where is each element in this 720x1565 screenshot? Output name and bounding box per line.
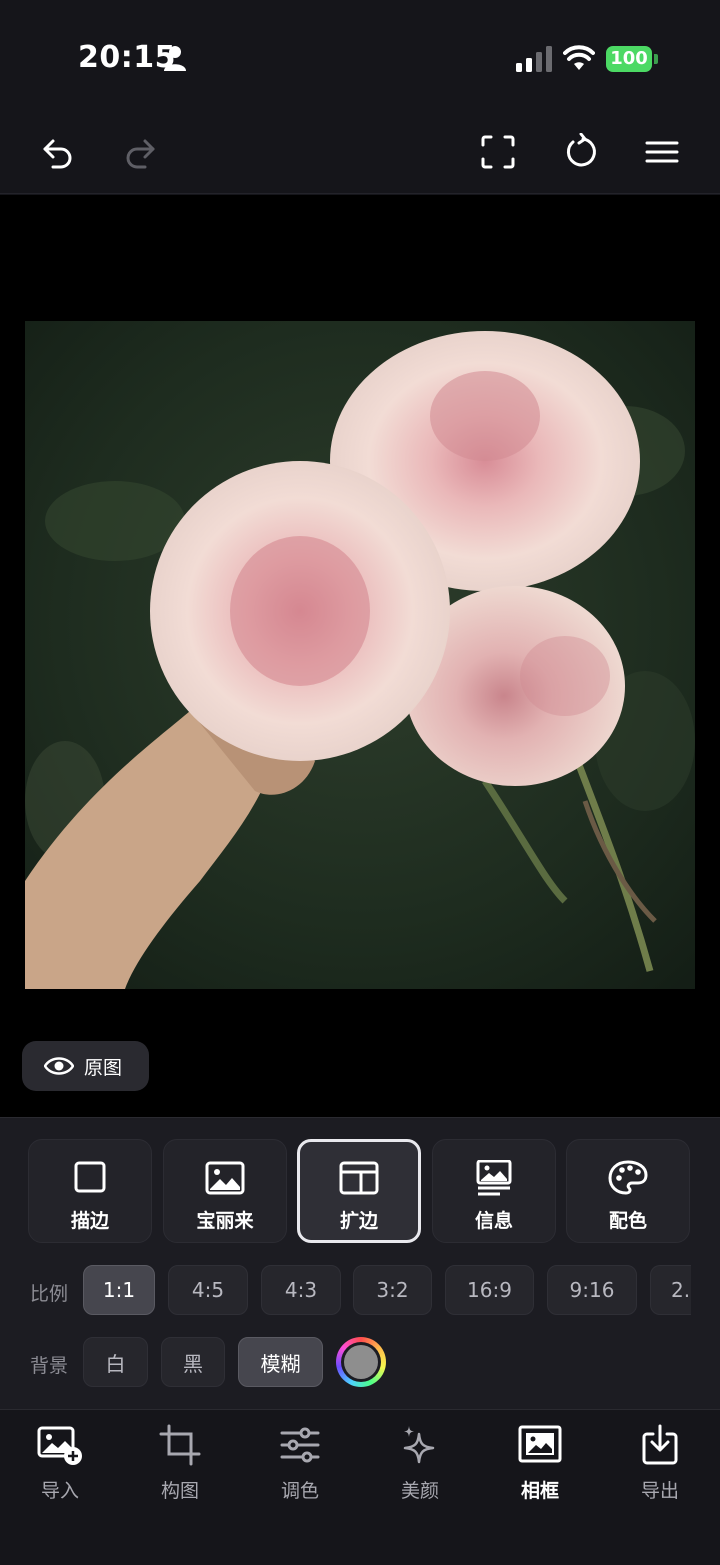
export-icon [642, 1424, 678, 1465]
photo-preview[interactable] [25, 321, 695, 989]
expand-border-icon [339, 1161, 379, 1195]
undo-button[interactable] [36, 130, 80, 174]
ratio-option-3-2[interactable]: 3:2 [353, 1265, 432, 1315]
undo-icon [43, 139, 72, 169]
frame-option-label: 配色 [608, 1210, 647, 1232]
frame-option-label: 扩边 [339, 1210, 378, 1232]
photo-canvas: 原图 [0, 195, 720, 1117]
ratio-option-4-3[interactable]: 4:3 [261, 1265, 341, 1315]
frame-options-panel: 描边 宝丽来 扩边 信息 配色 比例 1:1 4:5 4:3 3:2 16:9 … [0, 1117, 720, 1409]
background-option-black[interactable]: 黑 [161, 1337, 225, 1387]
nav-label: 导入 [40, 1480, 79, 1502]
nav-adjust[interactable]: 调色 [240, 1424, 360, 1504]
fullscreen-button[interactable] [476, 130, 520, 174]
sparkle-icon [403, 1426, 435, 1464]
info-frame-icon [476, 1160, 512, 1196]
eye-icon [44, 1057, 74, 1075]
signal-icon [516, 46, 552, 72]
reset-icon [566, 133, 596, 167]
frame-icon [518, 1425, 562, 1463]
background-option-white[interactable]: 白 [83, 1337, 148, 1387]
frame-option-expand[interactable]: 扩边 [297, 1139, 421, 1243]
polaroid-icon [205, 1161, 245, 1195]
nav-label: 相框 [520, 1480, 559, 1502]
view-original-label: 原图 [84, 1056, 123, 1079]
rose-photo-image [25, 321, 695, 989]
ratio-option-9-16[interactable]: 9:16 [547, 1265, 637, 1315]
frame-option-color[interactable]: 配色 [566, 1139, 690, 1243]
import-image-icon [37, 1426, 82, 1465]
ratio-option-16-9[interactable]: 16:9 [445, 1265, 534, 1315]
menu-icon [645, 141, 679, 163]
fullscreen-icon [481, 135, 515, 169]
redo-icon [126, 139, 155, 169]
menu-button[interactable] [640, 130, 684, 174]
custom-color-picker[interactable] [336, 1337, 386, 1387]
ratio-row-label: 比例 [30, 1283, 69, 1305]
ratio-option-1-1[interactable]: 1:1 [83, 1265, 155, 1315]
reset-button[interactable] [558, 130, 602, 174]
frame-option-stroke[interactable]: 描边 [28, 1139, 152, 1243]
person-icon [164, 46, 186, 71]
frame-option-label: 宝丽来 [196, 1210, 254, 1232]
selected-color-swatch [344, 1345, 378, 1379]
ratio-option-4-5[interactable]: 4:5 [168, 1265, 248, 1315]
frame-option-label: 描边 [70, 1210, 109, 1232]
status-time: 20:15 [78, 40, 176, 75]
frame-option-polaroid[interactable]: 宝丽来 [163, 1139, 287, 1243]
nav-beauty[interactable]: 美颜 [360, 1424, 480, 1504]
battery-indicator: 100 [606, 46, 658, 72]
nav-label: 构图 [160, 1480, 199, 1502]
palette-icon [608, 1160, 648, 1195]
battery-cap [654, 54, 658, 64]
top-toolbar [0, 110, 720, 194]
sliders-icon [280, 1427, 320, 1463]
nav-label: 美颜 [400, 1480, 439, 1502]
background-row-label: 背景 [30, 1355, 69, 1377]
bottom-nav: 导入 构图 调色 美颜 相框 导出 [0, 1409, 720, 1565]
nav-crop[interactable]: 构图 [120, 1424, 240, 1504]
background-option-blur[interactable]: 模糊 [238, 1337, 323, 1387]
status-bar: 20:15 100 [0, 0, 720, 110]
frame-option-label: 信息 [474, 1210, 513, 1232]
square-outline-icon [74, 1161, 106, 1193]
frame-option-info[interactable]: 信息 [432, 1139, 556, 1243]
wifi-icon [563, 45, 595, 70]
battery-level: 100 [606, 46, 652, 72]
nav-frame[interactable]: 相框 [480, 1424, 600, 1504]
nav-import[interactable]: 导入 [0, 1424, 120, 1504]
redo-button[interactable] [118, 130, 162, 174]
nav-export[interactable]: 导出 [600, 1424, 720, 1504]
nav-label: 导出 [640, 1480, 679, 1502]
crop-icon [159, 1424, 201, 1466]
ratio-option-more[interactable]: 2. [650, 1265, 691, 1315]
nav-label: 调色 [280, 1480, 319, 1502]
view-original-button[interactable]: 原图 [22, 1041, 149, 1091]
